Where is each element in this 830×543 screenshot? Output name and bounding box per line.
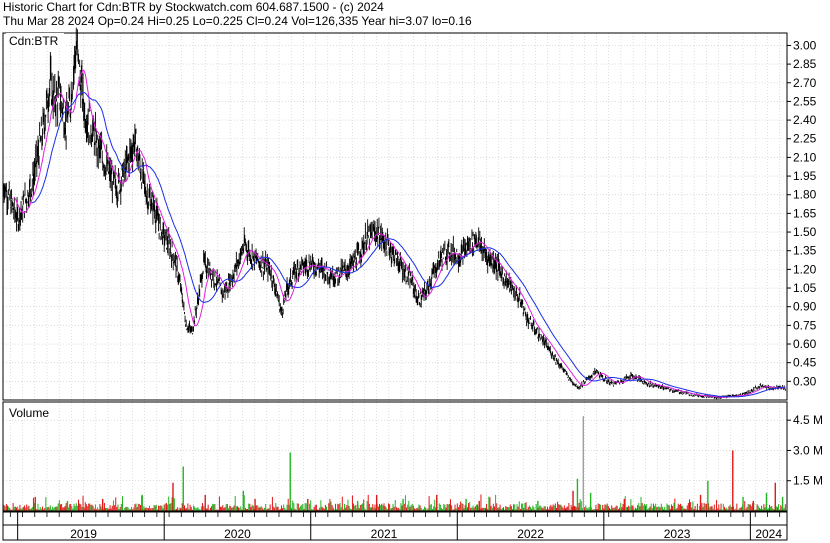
year-tick-label: 2023 [664, 527, 691, 541]
price-tick-label: 2.40 [793, 113, 817, 127]
price-tick-label: 2.70 [793, 76, 817, 90]
price-panel-frame [2, 32, 788, 401]
year-tick-label: 2020 [224, 527, 251, 541]
price-grid [3, 33, 787, 400]
price-tick-label: 0.30 [793, 374, 817, 388]
price-tick-label: 2.85 [793, 57, 817, 71]
price-tick-label: 1.95 [793, 169, 817, 183]
price-tick-label: 3.00 [793, 38, 817, 52]
price-tick-label: 0.75 [793, 318, 817, 332]
year-tick-label: 2022 [517, 527, 544, 541]
long-moving-average-line [31, 91, 786, 398]
volume-tick-label: 3.0 M [793, 443, 823, 457]
price-tick-label: 0.90 [793, 300, 817, 314]
price-tick-label: 0.60 [793, 337, 817, 351]
stock-chart: 3.00 2.85 2.70 2.55 2.40 2.25 2.10 1.95 1.80 1.65… [2, 27, 823, 541]
year-tick-label: 2024 [755, 527, 782, 541]
year-tick-label: 2019 [70, 527, 97, 541]
volume-grid [3, 402, 787, 511]
price-tick-label: 1.05 [793, 281, 817, 295]
symbol-label: Cdn:BTR [9, 34, 59, 48]
price-tick-label: 1.20 [793, 262, 817, 276]
price-tick-label: 1.65 [793, 206, 817, 220]
year-tick-label: 2021 [371, 527, 398, 541]
date-axis-ticks: 2019 2020 2021 2022 2023 2024 [9, 512, 782, 541]
price-tick-label: 1.80 [793, 188, 817, 202]
price-axis-ticks: 3.00 2.85 2.70 2.55 2.40 2.25 2.10 1.95 1.80 1.65… [787, 38, 817, 388]
price-tick-label: 2.10 [793, 150, 817, 164]
price-tick-label: 2.55 [793, 94, 817, 108]
price-tick-label: 2.25 [793, 132, 817, 146]
price-tick-label: 1.50 [793, 225, 817, 239]
volume-bars [2, 416, 786, 511]
price-tick-label: 1.35 [793, 244, 817, 258]
chart-frames [2, 32, 788, 541]
volume-axis-ticks: 4.5 M 3.0 M 1.5 M [787, 413, 823, 488]
price-tick-label: 0.45 [793, 356, 817, 370]
volume-label: Volume [9, 406, 49, 420]
volume-panel-frame [2, 401, 788, 512]
volume-tick-label: 4.5 M [793, 413, 823, 427]
volume-tick-label: 1.5 M [793, 474, 823, 488]
